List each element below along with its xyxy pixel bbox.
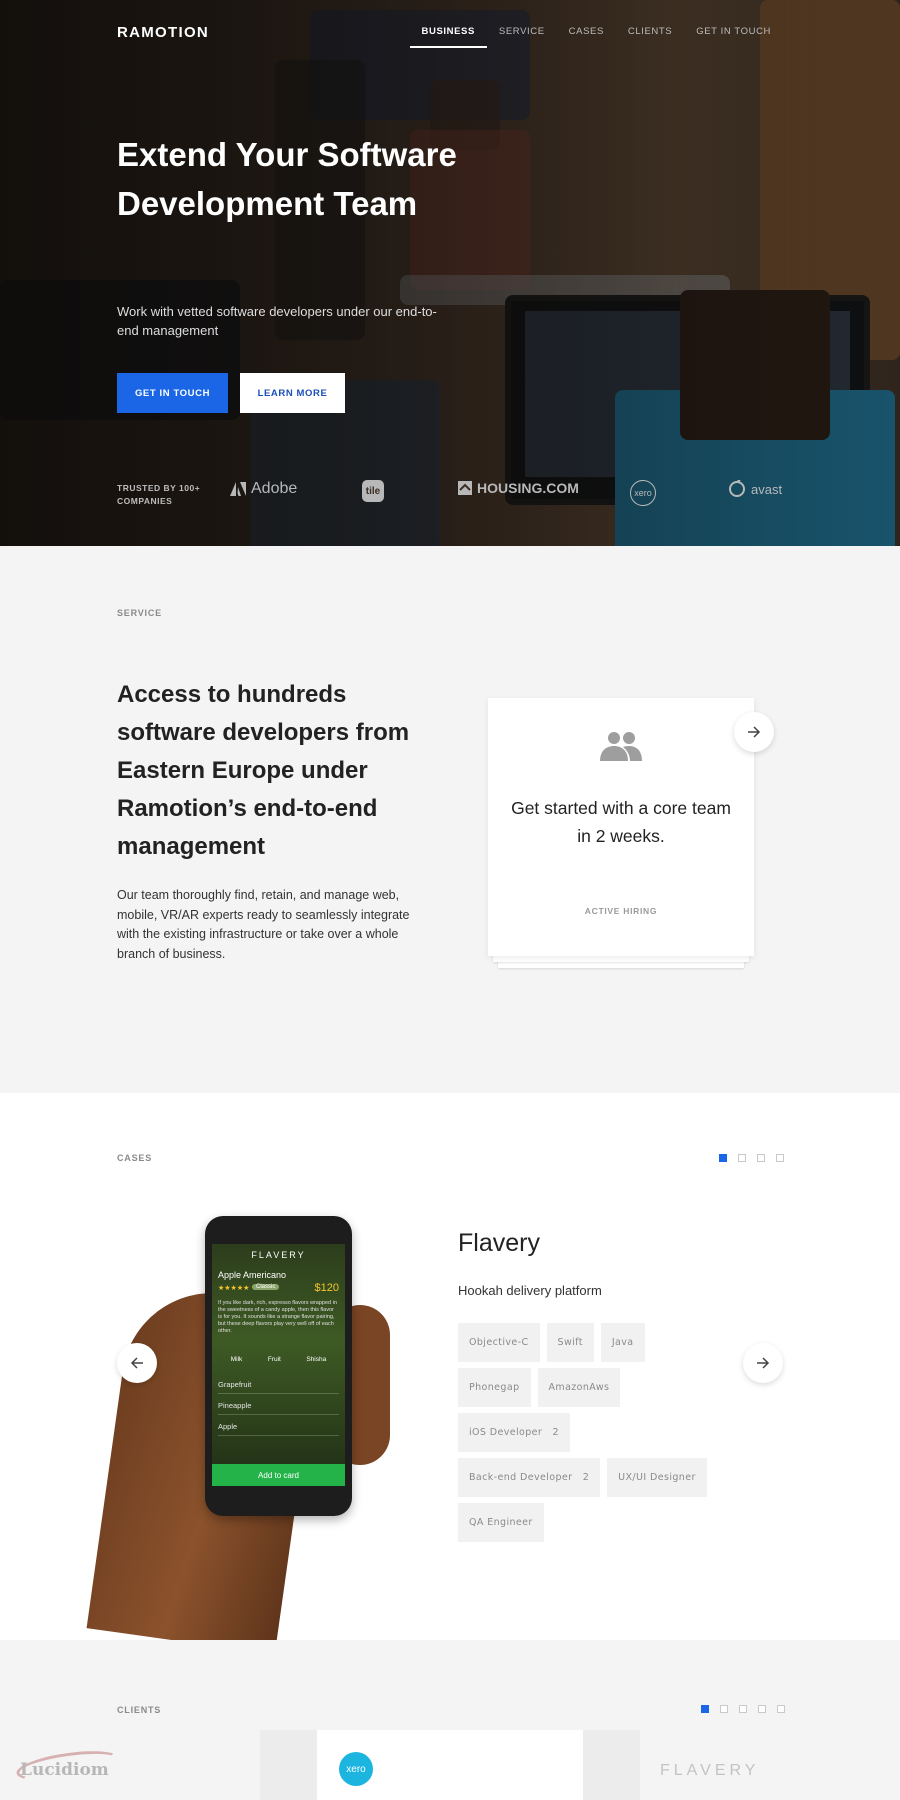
product-name: Apple Americano (218, 1270, 287, 1280)
tag: Back-end Developer 2 (458, 1458, 601, 1497)
rating-stars: ★★★★★ (218, 1285, 250, 1292)
group-icon (600, 732, 642, 761)
product-description: If you like dark, rich, espresso flavors… (218, 1300, 337, 1334)
pager-dot-3[interactable] (757, 1154, 765, 1162)
nav-cases[interactable]: CASES (569, 26, 604, 37)
top-navigation: RAMOTION BUSINESS SERVICE CASES CLIENTS … (117, 22, 783, 52)
pager-dot-1[interactable] (719, 1154, 727, 1162)
pager-dot-3[interactable] (739, 1705, 747, 1713)
client-card[interactable]: xero (317, 1730, 583, 1800)
adobe-logo-text: Adobe (251, 480, 298, 497)
xero-hero-logo: xero (630, 480, 656, 506)
adobe-mark-icon (230, 482, 246, 496)
option-fruit[interactable]: Fruit (268, 1356, 281, 1363)
hero-subtitle: Work with vetted software developers und… (117, 304, 437, 338)
case-subtitle: Hookah delivery platform (458, 1283, 602, 1298)
cases-section: CASES FLAVERY Apple Americano ★★★★★ Clas… (0, 1093, 900, 1640)
trusted-label: TRUSTED BY 100+ COMPANIES (117, 483, 201, 506)
product-badge: Classic (252, 1284, 280, 1290)
house-icon (458, 481, 472, 495)
clients-section: CLIENTS xero FLAVERY Lucidiom (0, 1640, 900, 1800)
tag: AmazonAws (537, 1368, 621, 1407)
tag: Objective-C (458, 1323, 540, 1362)
list-item[interactable]: Apple (218, 1422, 339, 1436)
hero-section: RAMOTION BUSINESS SERVICE CASES CLIENTS … (0, 0, 900, 546)
nav-service[interactable]: SERVICE (499, 26, 545, 37)
pager-dot-1[interactable] (701, 1705, 709, 1713)
hiring-card-text: Get started with a core team in 2 weeks. (511, 798, 731, 846)
hero-overlay (0, 0, 900, 546)
option-shisha[interactable]: Shisha (306, 1356, 326, 1363)
tag: QA Engineer (458, 1503, 544, 1542)
service-body: Our team thoroughly find, retain, and ma… (117, 888, 410, 961)
flavery-logo: FLAVERY (660, 1762, 760, 1779)
pager-dot-2[interactable] (720, 1705, 728, 1713)
tile-logo-text: tile (362, 480, 384, 502)
tile-logo: tile (362, 480, 384, 502)
pager-dot-4[interactable] (758, 1705, 766, 1713)
list-item[interactable]: Grapefruit (218, 1380, 339, 1394)
hiring-card-status: ACTIVE HIRING (584, 906, 658, 916)
prev-case-button[interactable] (117, 1343, 157, 1383)
avast-mark-icon (729, 480, 745, 497)
tag: Phonegap (458, 1368, 531, 1407)
tech-tags: Objective-C Swift Java Phonegap AmazonAw… (458, 1323, 718, 1542)
avast-logo: avast (728, 480, 782, 498)
option-row: Milk Fruit Shisha (218, 1356, 339, 1363)
add-to-card-button[interactable]: Add to card (212, 1464, 345, 1486)
section-label: CASES (117, 1153, 153, 1163)
section-label: SERVICE (117, 608, 162, 618)
service-heading: Access to hundreds software developers f… (117, 681, 410, 860)
clients-pager (701, 1705, 785, 1713)
option-milk[interactable]: Milk (231, 1356, 243, 1363)
next-case-button[interactable] (743, 1343, 783, 1383)
tag: UX/UI Designer (607, 1458, 707, 1497)
tag: Java (600, 1323, 645, 1362)
xero-logo: xero (339, 1752, 373, 1786)
nav-clients[interactable]: CLIENTS (628, 26, 672, 37)
hiring-card-stack: Get started with a core team in 2 weeks.… (488, 698, 754, 968)
learn-more-button[interactable]: LEARN MORE (240, 373, 345, 413)
product-price: $120 (314, 1282, 339, 1294)
arrow-right-icon (757, 1357, 770, 1369)
nav-business[interactable]: BUSINESS (409, 26, 488, 48)
phone-mockup: FLAVERY Apple Americano ★★★★★ Classic $1… (205, 1216, 352, 1516)
arrow-right-icon (748, 726, 761, 738)
watermark: Lucidiom (20, 1760, 109, 1780)
brand-logo[interactable]: RAMOTION (117, 24, 209, 41)
nav-links: BUSINESS SERVICE CASES CLIENTS GET IN TO… (398, 26, 771, 48)
pager-dot-5[interactable] (777, 1705, 785, 1713)
housing-logo-text: HOUSING.COM (477, 480, 579, 496)
section-label: CLIENTS (117, 1705, 162, 1715)
pager-dot-2[interactable] (738, 1154, 746, 1162)
nav-get-in-touch[interactable]: GET IN TOUCH (696, 26, 771, 37)
arrow-left-icon (130, 1357, 143, 1369)
xero-hero-logo-text: xero (630, 480, 656, 506)
case-title: Flavery (458, 1229, 540, 1257)
cases-pager (719, 1154, 784, 1162)
list-item[interactable]: Pineapple (218, 1401, 339, 1415)
tag: Swift (546, 1323, 594, 1362)
phone-screen: FLAVERY Apple Americano ★★★★★ Classic $1… (212, 1244, 345, 1486)
avast-logo-text: avast (751, 481, 783, 497)
service-section: SERVICE Access to hundreds software deve… (0, 546, 900, 1093)
app-title: FLAVERY (251, 1250, 306, 1260)
tag: iOS Developer 2 (458, 1413, 570, 1452)
hero-title: Extend Your Software Development Team (117, 136, 457, 222)
adobe-logo: Adobe (230, 480, 297, 498)
next-arrow-button[interactable] (734, 712, 774, 752)
hiring-card[interactable]: Get started with a core team in 2 weeks.… (488, 698, 754, 956)
housing-logo: HOUSING.COM (458, 480, 579, 496)
get-in-touch-button[interactable]: GET IN TOUCH (117, 373, 228, 413)
pager-dot-4[interactable] (776, 1154, 784, 1162)
